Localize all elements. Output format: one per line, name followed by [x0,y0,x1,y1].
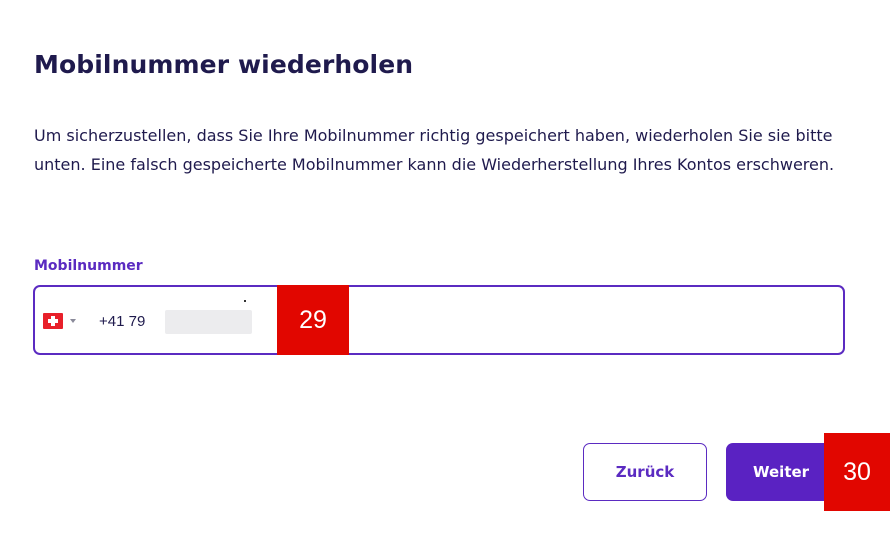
chevron-down-icon [70,319,76,323]
mobile-number-field[interactable] [33,285,845,355]
mobile-number-label: Mobilnummer [34,258,143,274]
text-caret-mark [244,300,246,302]
redacted-number-area [165,310,252,334]
annotation-marker-30: 30 [824,433,890,511]
intro-text: Um sicherzustellen, dass Sie Ihre Mobiln… [34,126,835,174]
country-code-dropdown[interactable] [43,306,93,336]
back-button[interactable]: Zurück [583,443,707,501]
annotation-marker-29: 29 [277,285,349,355]
mobile-confirm-page: Mobilnummer wiederholen Um sicherzustell… [0,0,890,536]
page-title: Mobilnummer wiederholen [34,50,414,79]
swiss-flag-icon [43,313,63,329]
